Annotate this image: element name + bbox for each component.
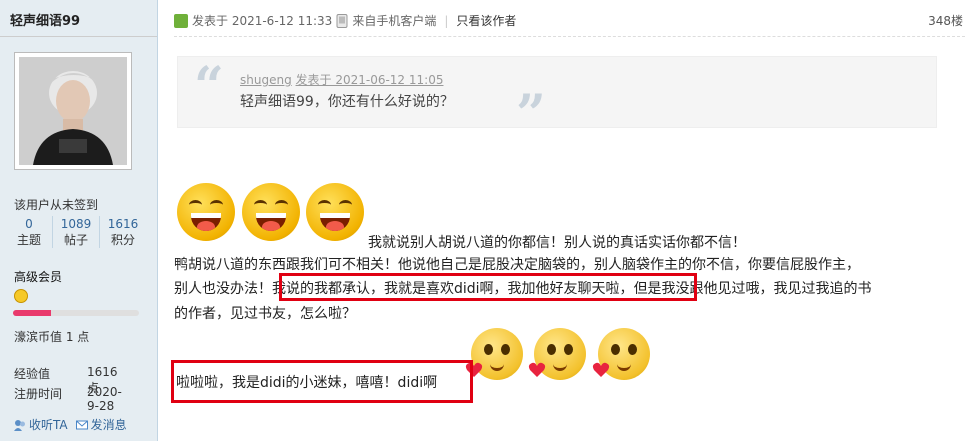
stat-posts[interactable]: 1089 帖子 [53,216,100,248]
shy-emoji-icon [592,328,650,380]
shy-emoji-icon [465,328,523,380]
post-line-1: 我就说别人胡说八道的你都信！别人说的真话实话你都不信！ [368,235,746,251]
post-line-4: 的作者，见过书友，怎么啦？ [174,306,356,322]
client-source[interactable]: 来自手机客户端 [352,12,436,29]
quote-open-icon: “ [194,56,224,117]
post-content-area: 发表于 2021-6-12 11:33 来自手机客户端 | 只看该作者 348楼… [158,0,975,441]
stat-posts-count[interactable]: 1089 [53,216,99,232]
quote-text: 轻声细语99，你还有什么好说的？ [240,94,454,110]
emoji-teeth [256,213,286,218]
emoji-eye [275,200,288,210]
follow-icon [14,419,25,431]
author-actions: 收听TA 发消息 [14,416,127,433]
laugh-emoji-icon [306,183,364,241]
message-label[interactable]: 发消息 [91,416,127,433]
stat-points-label: 积分 [110,233,135,247]
author-stats: 0 主题 1089 帖子 1616 积分 [6,216,146,248]
emoji-eye [318,200,331,210]
stat-topics-label: 主题 [16,233,41,247]
level-progress-fill [13,310,51,316]
divider [0,36,157,37]
experience-row: 经验值 1616 点 [14,365,118,395]
highlight-box [171,360,473,403]
post-meta: 发表于 2021-6-12 11:33 来自手机客户端 | 只看该作者 [174,12,516,29]
emoji-eye [501,344,510,355]
mobile-icon [336,13,348,28]
emoji-teeth [320,213,350,218]
post-divider [174,36,965,37]
user-group[interactable]: 高级会员 [14,268,62,285]
emoji-mouth [490,361,504,371]
register-row: 注册时间 2020-9-28 [14,385,122,413]
message-button[interactable]: 发消息 [75,416,127,433]
mail-icon [75,420,88,429]
stat-points[interactable]: 1616 积分 [100,216,146,248]
author-sidebar: 轻声细语99 该用户从未签到 0 主题 1089 帖子 1616 积分 高级会员 [0,0,158,441]
stat-points-count[interactable]: 1616 [100,216,146,232]
emoji-eye [628,344,637,355]
stat-posts-label: 帖子 [63,233,88,247]
emoji-eye [210,200,223,210]
follow-label[interactable]: 收听TA [29,416,68,433]
floor-number[interactable]: 348楼 [928,12,963,29]
quote-block: “ shugeng 发表于 2021-06-12 11:05 轻声细语99，你还… [177,56,937,141]
avatar[interactable] [14,52,132,170]
quote-time[interactable]: 发表于 2021-06-12 11:05 [296,73,444,87]
emoji-mouth [256,213,286,231]
post-time: 发表于 2021-6-12 11:33 [192,14,333,28]
laugh-emoji-icon [177,183,235,241]
post-line-2: 鸭胡说八道的东西跟我们可不相关！他说他自己是屁股决定脑袋的，别人脑袋作主的你不信… [174,257,860,273]
wealth-value: 濠滨币值 1 点 [14,330,90,344]
stat-topics-count[interactable]: 0 [6,216,52,232]
quote-author[interactable]: shugeng [240,73,292,87]
author-username[interactable]: 轻声细语99 [10,10,80,29]
register-label: 注册时间 [14,387,63,401]
emoji-mouth [617,361,631,371]
emoji-teeth [191,213,221,218]
quote-meta: shugeng 发表于 2021-06-12 11:05 [240,71,443,88]
laugh-emoji-icon [242,183,300,241]
emoji-tongue [197,221,215,231]
follow-button[interactable]: 收听TA [14,416,68,433]
avatar-image [19,57,127,165]
emoji-eye [189,200,202,210]
emoji-mouth [320,213,350,231]
heart-icon [528,362,546,377]
heart-icon [592,362,610,377]
emoji-eye [564,344,573,355]
emoji-eye [547,344,556,355]
stat-topics[interactable]: 0 主题 [6,216,53,248]
emoji-mouth [553,361,567,371]
online-status-icon [174,13,188,28]
emoji-tongue [262,221,280,231]
emoji-eye [611,344,620,355]
post-line-3-start: 别人也没办法！ [174,281,272,297]
level-progress-bar [13,310,139,316]
meta-separator: | [444,13,449,28]
only-author-link[interactable]: 只看该作者 [456,12,516,29]
sign-status: 该用户从未签到 [14,198,99,212]
emoji-eye [339,200,352,210]
highlight-box [279,273,697,301]
level-smile-icon [14,289,28,303]
emoji-tongue [326,221,344,231]
emoji-eye [484,344,493,355]
experience-label: 经验值 [14,367,51,381]
register-date: 2020-9-28 [87,385,122,413]
shy-emoji-icon [528,328,586,380]
quote-close-icon: ” [516,84,546,145]
emoji-mouth [191,213,221,231]
emoji-eye [254,200,267,210]
